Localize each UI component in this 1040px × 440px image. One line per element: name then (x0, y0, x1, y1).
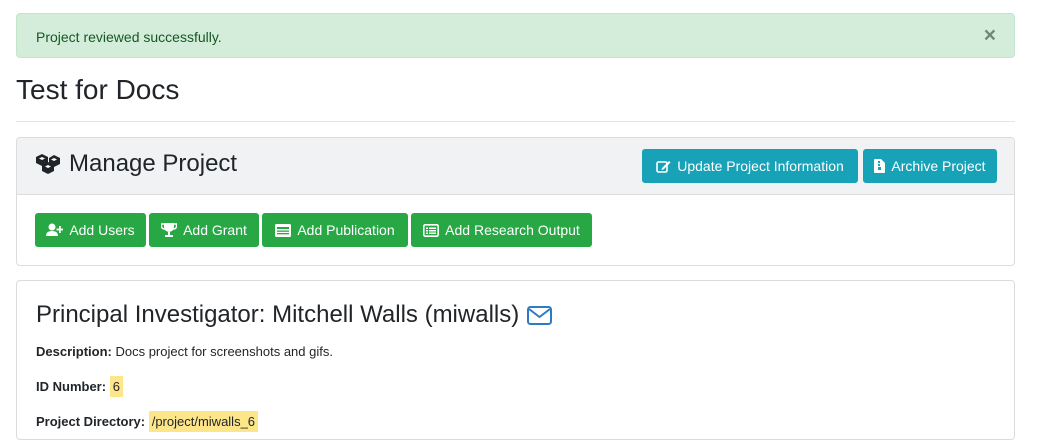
description-label: Description: (36, 344, 112, 359)
trophy-icon (161, 223, 178, 237)
card-header: Manage Project Update Project Informatio… (17, 138, 1014, 195)
close-icon[interactable]: × (984, 24, 996, 48)
update-project-label: Update Project Information (677, 158, 844, 174)
manage-project-title: Manage Project (35, 150, 237, 178)
add-publication-label: Add Publication (297, 222, 395, 238)
pi-heading-text: Principal Investigator: Mitchell Walls (… (36, 301, 520, 328)
manage-project-card: Manage Project Update Project Informatio… (16, 137, 1015, 266)
project-directory-label: Project Directory: (36, 414, 146, 429)
update-project-button[interactable]: Update Project Information (642, 149, 858, 183)
page-title: Test for Docs (16, 74, 180, 105)
archive-project-label: Archive Project (891, 158, 986, 174)
add-publication-button[interactable]: Add Publication (262, 213, 408, 247)
pi-heading: Principal Investigator: Mitchell Walls (… (36, 301, 553, 329)
description-field: Description: Docs project for screenshot… (36, 344, 333, 359)
id-number-label: ID Number: (36, 379, 107, 394)
project-directory-value: /project/miwalls_6 (148, 411, 259, 432)
project-details-card: Principal Investigator: Mitchell Walls (… (16, 280, 1015, 440)
id-number-field: ID Number: 6 (36, 376, 123, 397)
add-users-label: Add Users (69, 222, 135, 238)
newspaper-icon (275, 223, 292, 237)
list-alt-icon (423, 223, 440, 237)
manage-project-label: Manage Project (69, 150, 238, 177)
add-grant-button[interactable]: Add Grant (149, 213, 259, 247)
add-grant-label: Add Grant (183, 222, 247, 238)
divider (16, 121, 1015, 122)
archive-project-button[interactable]: Archive Project (863, 149, 997, 183)
edit-icon (656, 159, 671, 173)
project-directory-field: Project Directory: /project/miwalls_6 (36, 411, 259, 432)
cubes-icon (35, 153, 61, 175)
user-plus-icon (46, 223, 64, 237)
file-archive-icon (874, 159, 886, 173)
success-alert: Project reviewed successfully. × (16, 13, 1015, 58)
add-users-button[interactable]: Add Users (35, 213, 146, 247)
alert-message: Project reviewed successfully. (36, 29, 222, 45)
add-research-output-label: Add Research Output (445, 222, 580, 238)
description-value: Docs project for screenshots and gifs. (115, 344, 333, 359)
add-research-output-button[interactable]: Add Research Output (411, 213, 592, 247)
id-number-value: 6 (109, 376, 123, 397)
envelope-icon[interactable] (527, 305, 553, 325)
